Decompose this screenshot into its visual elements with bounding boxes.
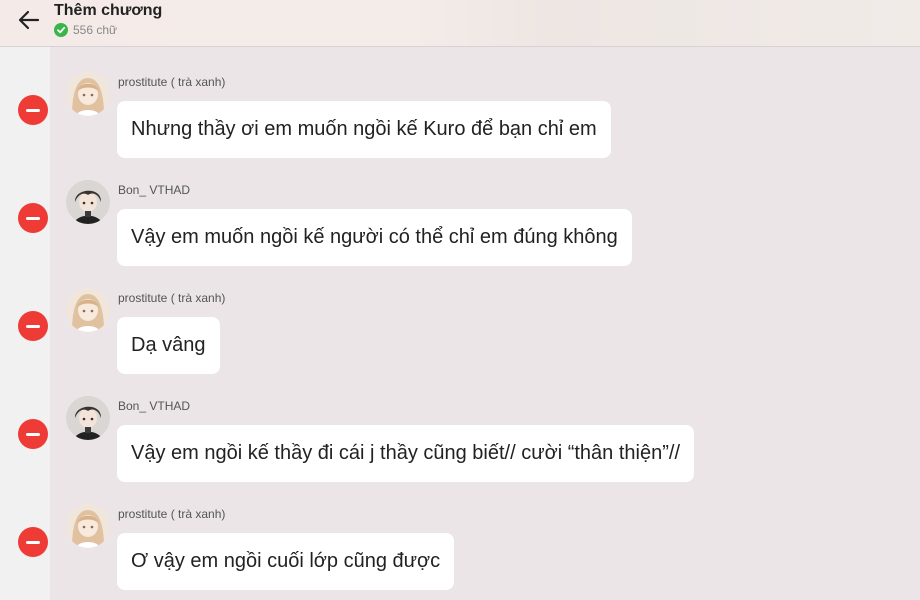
sender-name: Bon_ VTHAD [118, 183, 191, 197]
minus-icon [26, 432, 40, 436]
message-bubble[interactable]: Vậy em muốn ngồi kế người có thể chỉ em … [117, 209, 632, 266]
remove-message-button[interactable] [18, 203, 48, 233]
remove-message-button[interactable] [18, 95, 48, 125]
sender-name: Bon_ VTHAD [118, 399, 191, 413]
sender-name: prostitute ( trà xanh) [118, 291, 226, 305]
arrow-left-icon [18, 10, 40, 30]
word-count-label: 556 chữ [73, 23, 118, 37]
message-bubble[interactable]: Ơ vậy em ngồi cuối lớp cũng được [117, 533, 455, 590]
minus-icon [26, 216, 40, 220]
remove-message-button[interactable] [18, 419, 48, 449]
minus-icon [26, 540, 40, 544]
remove-message-button[interactable] [18, 311, 48, 341]
sender-name: prostitute ( trà xanh) [118, 507, 226, 521]
boy-avatar[interactable] [66, 180, 110, 224]
girl-avatar[interactable] [66, 288, 110, 332]
word-count: 556 chữ [54, 23, 117, 37]
page-title: Thêm chương [54, 2, 163, 19]
message-bubble[interactable]: Nhưng thầy ơi em muốn ngồi kế Kuro để bạ… [117, 101, 611, 158]
girl-avatar[interactable] [66, 72, 110, 116]
message-bubble[interactable]: Vậy em ngồi kế thầy đi cái j thầy cũng b… [117, 425, 695, 482]
boy-avatar[interactable] [66, 396, 110, 440]
minus-icon [26, 324, 40, 328]
check-icon [54, 23, 68, 37]
minus-icon [26, 108, 40, 112]
sender-name: prostitute ( trà xanh) [118, 75, 226, 89]
back-button[interactable] [14, 6, 44, 34]
top-bar: Thêm chương 556 chữ [0, 0, 920, 47]
message-bubble[interactable]: Dạ vâng [117, 317, 220, 374]
girl-avatar[interactable] [66, 504, 110, 548]
remove-message-button[interactable] [18, 527, 48, 557]
